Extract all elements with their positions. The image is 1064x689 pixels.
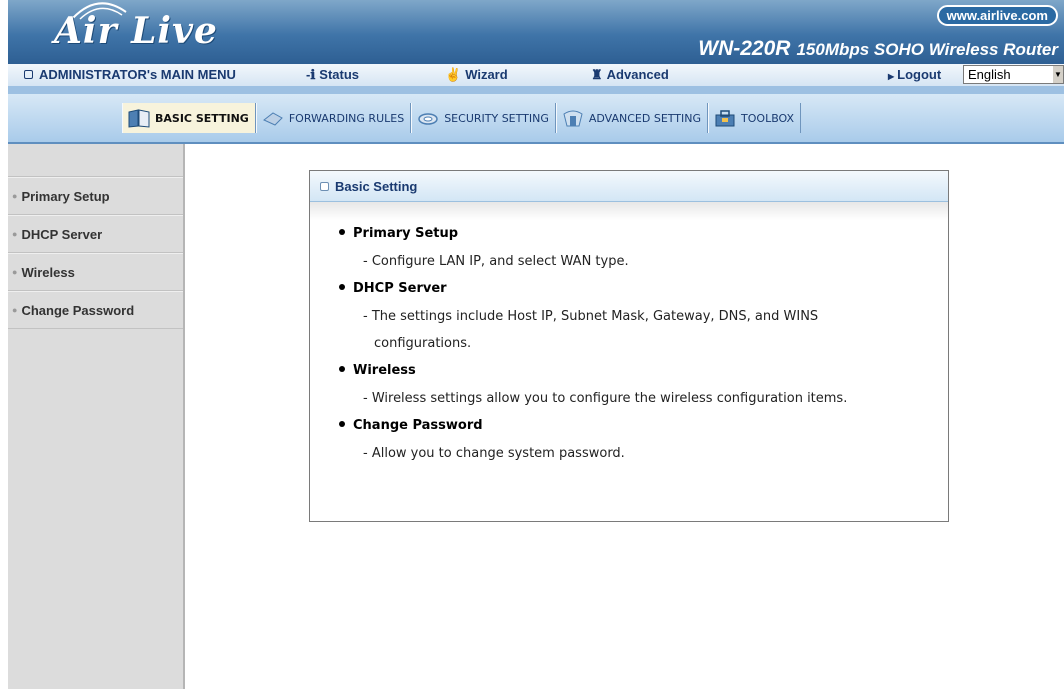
section-description: - The settings include Host IP, Subnet M…	[363, 309, 819, 324]
section-description-cont: configurations.	[374, 336, 472, 351]
menu-square-icon	[24, 70, 33, 79]
bullet-icon	[339, 420, 345, 427]
tab-bar: BASIC SETTING FORWARDING RULES SECURITY …	[8, 94, 1064, 144]
basic-setting-panel: Basic Setting Primary Setup - Configure …	[309, 170, 949, 522]
section-primary-setup: Primary Setup - Configure LAN IP, and se…	[310, 220, 948, 275]
section-description: - Allow you to change system password.	[363, 446, 625, 461]
tab-forwarding-rules[interactable]: FORWARDING RULES	[255, 103, 412, 133]
section-dhcp-server: DHCP Server - The settings include Host …	[310, 275, 948, 357]
sidebar-item-primary-setup[interactable]: ● Primary Setup	[8, 177, 183, 215]
left-sidebar: ● Primary Setup ● DHCP Server ● Wireless ● C…	[8, 144, 185, 689]
arrow-icon	[262, 112, 283, 126]
tab-basic-setting[interactable]: BASIC SETTING	[122, 103, 256, 133]
menu-wizard[interactable]: ✌ Wizard	[445, 67, 508, 83]
language-select[interactable]: English ▼	[963, 65, 1064, 84]
menu-divider	[8, 86, 1064, 94]
section-wireless: Wireless - Wireless settings allow you t…	[310, 357, 948, 412]
bullet-icon: ●	[12, 267, 18, 277]
wizard-icon: ✌	[445, 67, 462, 82]
bullet-icon: ●	[12, 229, 18, 239]
main-menu-bar: ADMINISTRATOR's MAIN MENU -ℹ Status ✌ Wiza…	[8, 64, 1064, 87]
section-change-password: Change Password - Allow you to change sy…	[310, 412, 948, 467]
bullet-icon	[339, 365, 345, 372]
bullet-icon	[339, 228, 345, 235]
website-link[interactable]: www.airlive.com	[936, 5, 1058, 26]
menu-advanced[interactable]: ♜ Advanced	[591, 67, 669, 83]
model-name: WN-220R	[698, 37, 791, 60]
section-title: Wireless	[353, 363, 416, 378]
bullet-icon: ●	[12, 191, 18, 201]
admin-main-menu[interactable]: ADMINISTRATOR's MAIN MENU	[24, 67, 236, 82]
panel-header: Basic Setting	[310, 171, 948, 202]
model-description: 150Mbps SOHO Wireless Router	[796, 40, 1058, 59]
menu-status[interactable]: -ℹ Status	[306, 67, 359, 83]
sidebar-item-dhcp-server[interactable]: ● DHCP Server	[8, 215, 183, 253]
sidebar-item-change-password[interactable]: ● Change Password	[8, 291, 183, 329]
triangle-right-icon: ▶	[888, 72, 895, 81]
model-title: WN-220R 150Mbps SOHO Wireless Router	[698, 37, 1058, 61]
advanced-setting-icon	[563, 110, 583, 127]
section-description: - Configure LAN IP, and select WAN type.	[363, 254, 629, 269]
tab-security-setting[interactable]: SECURITY SETTING	[411, 103, 556, 133]
tab-toolbox[interactable]: TOOLBOX	[708, 103, 802, 133]
section-title: Change Password	[353, 418, 483, 433]
airlive-logo: Air Live	[54, 10, 218, 52]
lock-icon	[418, 113, 438, 125]
advanced-icon: ♜	[591, 67, 603, 82]
toolbox-icon	[715, 110, 735, 127]
section-description: - Wireless settings allow you to configu…	[363, 391, 848, 406]
tab-advanced-setting[interactable]: ADVANCED SETTING	[555, 103, 709, 133]
square-icon	[320, 181, 329, 191]
bullet-icon: ●	[12, 305, 18, 315]
sidebar-item-wireless[interactable]: ● Wireless	[8, 253, 183, 291]
section-title: DHCP Server	[353, 281, 447, 296]
section-title: Primary Setup	[353, 226, 459, 241]
chevron-down-icon[interactable]: ▼	[1053, 66, 1063, 83]
bullet-icon	[339, 283, 345, 290]
header-banner: Air Live www.airlive.com WN-220R 150Mbps …	[8, 0, 1064, 64]
logout-link[interactable]: ▶ Logout	[888, 67, 941, 82]
status-icon: -ℹ	[306, 67, 316, 82]
book-icon	[128, 109, 150, 128]
